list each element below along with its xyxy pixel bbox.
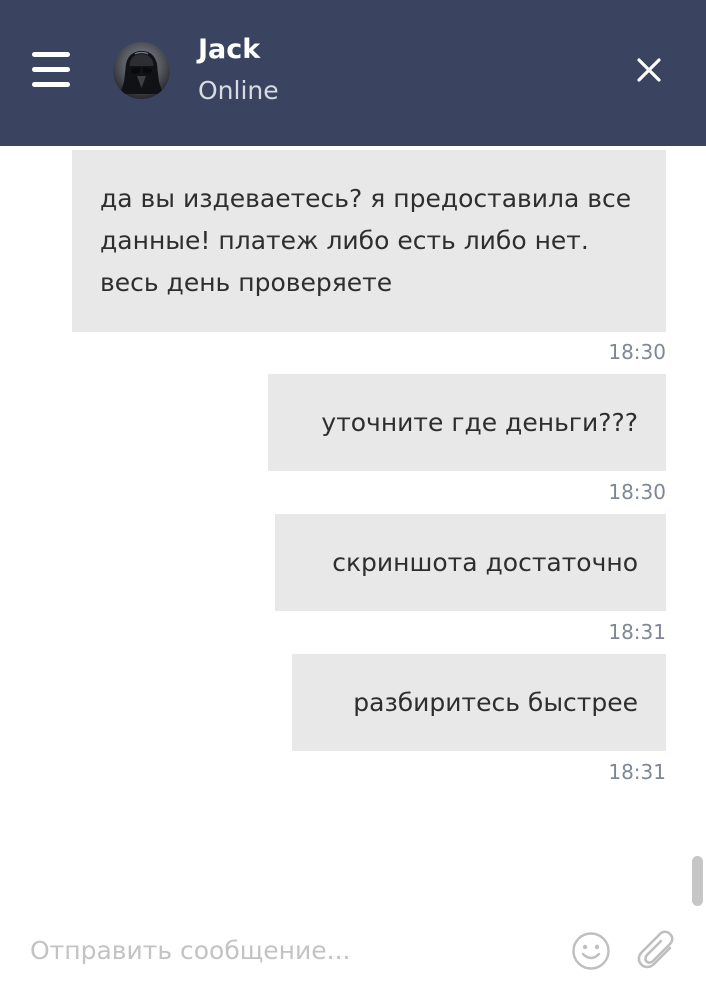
message-text: уточните где деньги??? <box>321 407 638 437</box>
hamburger-menu-icon[interactable] <box>30 50 72 90</box>
message-time: 18:30 <box>608 340 666 364</box>
close-icon-glyph <box>637 58 661 82</box>
message-time: 18:31 <box>608 760 666 784</box>
contact-name: Jack <box>198 34 261 65</box>
message-time: 18:31 <box>608 620 666 644</box>
chat-window: Jack Online да вы издеваетесь? я предост… <box>0 0 706 990</box>
emoji-icon[interactable] <box>571 931 611 971</box>
message-bubble: разбиритесь быстрее <box>292 654 666 751</box>
menu-line <box>32 52 70 57</box>
scrollbar-thumb[interactable] <box>692 856 703 906</box>
avatar-helmet-image <box>120 51 163 94</box>
message-text: да вы издеваетесь? я предоставила все да… <box>100 184 632 297</box>
message-text: разбиритесь быстрее <box>353 687 638 717</box>
message-composer <box>0 910 706 990</box>
close-icon[interactable] <box>634 55 664 85</box>
chat-header: Jack Online <box>0 0 706 146</box>
emoji-icon-glyph <box>572 932 610 970</box>
message-input[interactable] <box>30 928 550 972</box>
message-bubble: скриншота достаточно <box>275 514 666 611</box>
message-text: скриншота достаточно <box>332 547 638 577</box>
contact-status: Online <box>198 76 279 105</box>
menu-line <box>32 67 70 72</box>
paperclip-icon-glyph <box>637 930 674 969</box>
avatar[interactable] <box>113 42 170 99</box>
menu-line <box>32 82 70 87</box>
message-list[interactable]: да вы издеваетесь? я предоставила все да… <box>0 146 706 910</box>
message-bubble: да вы издеваетесь? я предоставила все да… <box>72 150 666 332</box>
message-bubble: уточните где деньги??? <box>268 374 666 471</box>
message-time: 18:30 <box>608 480 666 504</box>
paperclip-icon[interactable] <box>637 929 677 973</box>
